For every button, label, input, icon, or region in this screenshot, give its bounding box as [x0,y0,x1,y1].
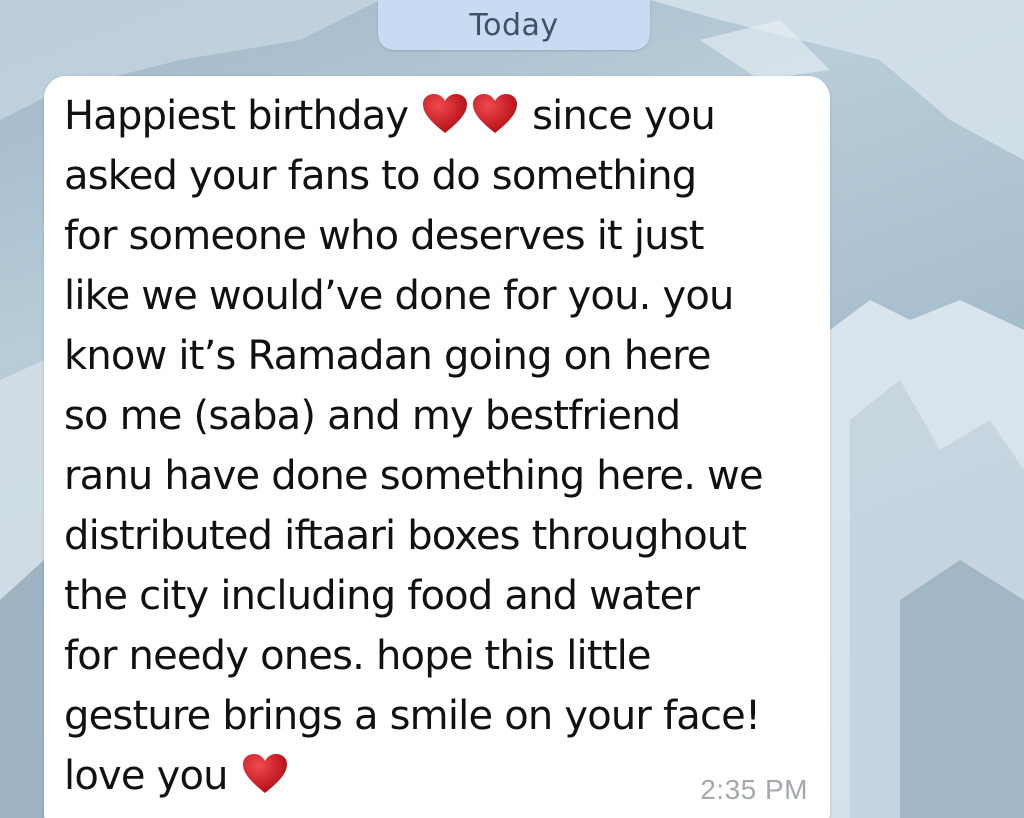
message-bubble[interactable]: Happiest birthday since you asked your f… [44,76,830,818]
date-header-pill: Today [378,0,650,50]
message-line: ranu have done something here. we [64,453,764,499]
red-heart-icon [242,753,288,795]
message-line: for needy ones. hope this little [64,633,652,679]
message-timestamp: 2:35 PM [700,774,808,805]
message-line: asked your fans to do something [64,153,697,199]
red-heart-icon [422,93,468,135]
message-line: gesture brings a smile on your face! [64,693,761,739]
message-line: know it’s Ramadan going on here [64,333,711,379]
message-line: the city including food and water [64,573,700,619]
red-heart-icon [472,93,518,135]
message-line: for someone who deserves it just [64,213,704,259]
message-line: so me (saba) and my bestfriend [64,393,681,439]
message-line: Happiest birthday since you [64,93,716,139]
date-label: Today [469,7,559,43]
message-line: like we would’ve done for you. you [64,273,734,319]
message-line: distributed iftaari boxes throughout [64,513,747,559]
message-text: Happiest birthday since you asked your f… [64,86,824,806]
